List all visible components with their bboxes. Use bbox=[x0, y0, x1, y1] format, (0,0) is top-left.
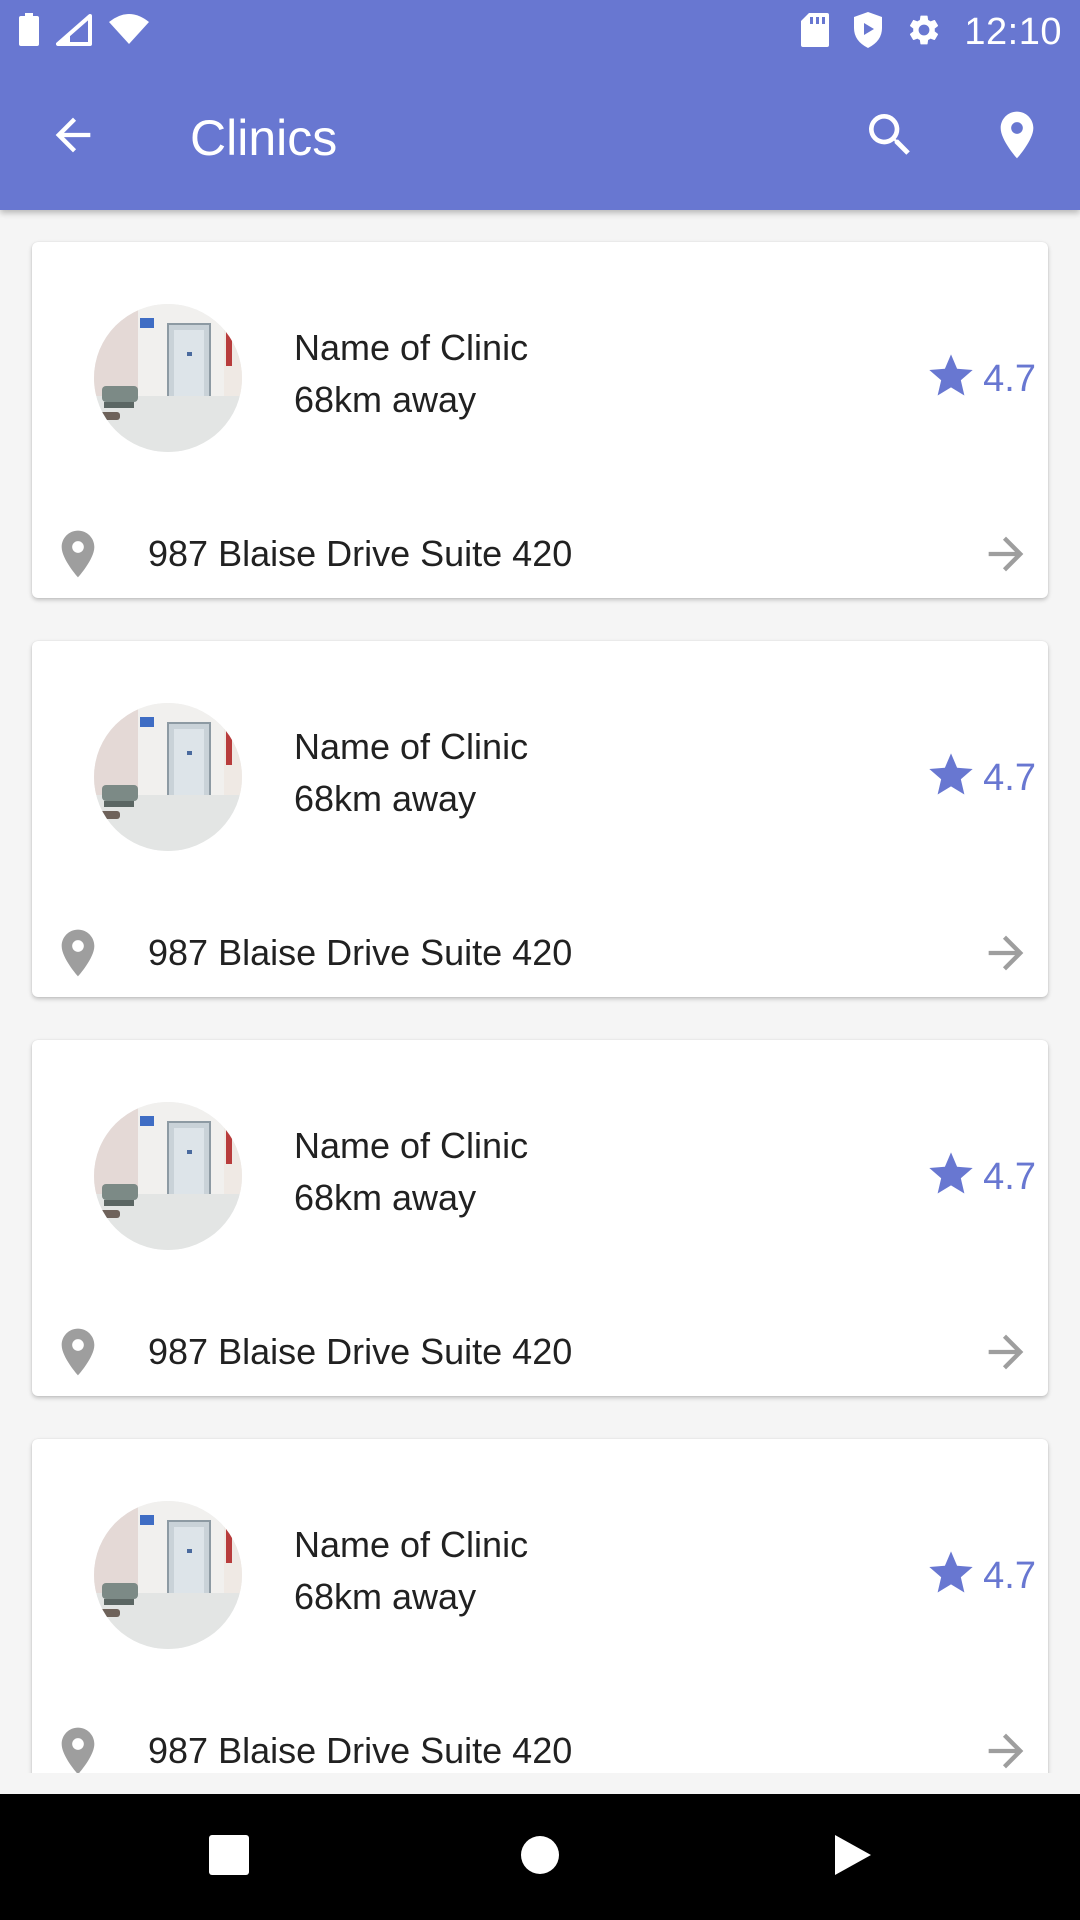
arrow-forward-icon bbox=[980, 528, 1032, 585]
location-pin-icon bbox=[50, 1723, 106, 1773]
arrow-forward-icon bbox=[980, 1725, 1032, 1774]
clinic-name: Name of Clinic bbox=[294, 327, 529, 368]
clinic-distance: 68km away bbox=[294, 1177, 477, 1218]
arrow-back-icon bbox=[47, 109, 99, 166]
clinic-photo bbox=[94, 1102, 242, 1250]
clinic-card[interactable]: Name of Clinic 68km away 4.7 987 Blaise … bbox=[32, 1439, 1048, 1773]
star-icon bbox=[925, 350, 977, 407]
arrow-forward-icon bbox=[980, 927, 1032, 984]
clinic-rating: 4.7 bbox=[925, 1148, 1036, 1205]
signal-icon bbox=[56, 13, 92, 51]
rating-value: 4.7 bbox=[983, 756, 1036, 799]
status-right-icons: 12:10 bbox=[800, 8, 1062, 56]
clinic-card[interactable]: Name of Clinic 68km away 4.7 987 Blaise … bbox=[32, 1040, 1048, 1396]
clinic-rating: 4.7 bbox=[925, 1547, 1036, 1604]
rating-value: 4.7 bbox=[983, 357, 1036, 400]
arrow-forward-icon bbox=[980, 1326, 1032, 1383]
app-bar: 12:10 Clinics bbox=[0, 0, 1080, 210]
open-clinic-button[interactable] bbox=[978, 927, 1034, 983]
home-icon bbox=[520, 1835, 560, 1880]
clinic-rating: 4.7 bbox=[925, 350, 1036, 407]
settings-icon bbox=[906, 12, 942, 53]
clinic-list[interactable]: Name of Clinic 68km away 4.7 987 Blaise … bbox=[0, 210, 1080, 1773]
back-button[interactable] bbox=[31, 95, 115, 179]
clinic-address: 987 Blaise Drive Suite 420 bbox=[148, 1730, 573, 1771]
open-clinic-button[interactable] bbox=[978, 1326, 1034, 1382]
search-button[interactable] bbox=[848, 95, 932, 179]
clinic-address: 987 Blaise Drive Suite 420 bbox=[148, 1331, 573, 1372]
sd-card-icon bbox=[800, 12, 830, 53]
clinic-distance: 68km away bbox=[294, 1576, 477, 1617]
clinic-name: Name of Clinic bbox=[294, 1524, 529, 1565]
page-title: Clinics bbox=[190, 110, 338, 166]
clinic-address: 987 Blaise Drive Suite 420 bbox=[148, 932, 573, 973]
clinic-card[interactable]: Name of Clinic 68km away 4.7 987 Blaise … bbox=[32, 641, 1048, 997]
open-clinic-button[interactable] bbox=[978, 528, 1034, 584]
battery-icon bbox=[18, 12, 40, 52]
system-navigation-bar bbox=[0, 1794, 1080, 1920]
location-pin-icon bbox=[50, 526, 106, 582]
map-button[interactable] bbox=[975, 95, 1059, 179]
clinic-rating: 4.7 bbox=[925, 749, 1036, 806]
shield-icon bbox=[852, 11, 884, 54]
star-icon bbox=[925, 1547, 977, 1604]
clinic-address: 987 Blaise Drive Suite 420 bbox=[148, 533, 573, 574]
back-triangle-icon bbox=[833, 1833, 873, 1882]
status-left-icons bbox=[18, 12, 150, 52]
location-pin-icon bbox=[50, 1324, 106, 1380]
status-bar: 12:10 bbox=[0, 0, 1080, 64]
search-icon bbox=[862, 107, 918, 168]
clinic-distance: 68km away bbox=[294, 379, 477, 420]
clinic-card[interactable]: Name of Clinic 68km away 4.7 987 Blaise … bbox=[32, 242, 1048, 598]
clinic-photo bbox=[94, 1501, 242, 1649]
star-icon bbox=[925, 749, 977, 806]
overview-button[interactable] bbox=[194, 1822, 264, 1892]
location-pin-icon bbox=[50, 925, 106, 981]
clinic-photo bbox=[94, 304, 242, 452]
overview-icon bbox=[209, 1834, 249, 1880]
clinic-distance: 68km away bbox=[294, 778, 477, 819]
status-time: 12:10 bbox=[964, 10, 1062, 53]
clinic-photo bbox=[94, 703, 242, 851]
location-pin-icon bbox=[989, 107, 1045, 168]
home-button[interactable] bbox=[505, 1822, 575, 1892]
system-back-button[interactable] bbox=[818, 1822, 888, 1892]
open-clinic-button[interactable] bbox=[978, 1725, 1034, 1773]
clinic-name: Name of Clinic bbox=[294, 726, 529, 767]
rating-value: 4.7 bbox=[983, 1155, 1036, 1198]
star-icon bbox=[925, 1148, 977, 1205]
clinic-name: Name of Clinic bbox=[294, 1125, 529, 1166]
wifi-icon bbox=[108, 13, 150, 51]
rating-value: 4.7 bbox=[983, 1554, 1036, 1597]
